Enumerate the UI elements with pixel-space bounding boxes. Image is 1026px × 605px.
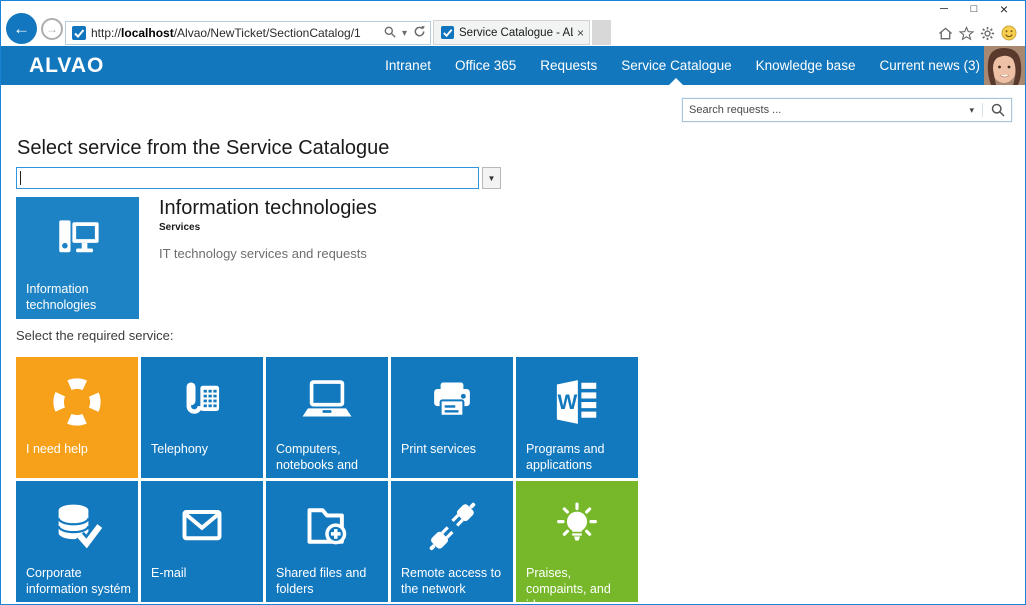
service-tile-label: E-mail: [151, 565, 257, 581]
search-icon[interactable]: [982, 103, 1005, 117]
title-bar: ─ □ ×: [1, 1, 1025, 19]
svg-text:W: W: [557, 391, 577, 414]
category-info: Information technologies Services IT tec…: [159, 197, 639, 261]
printer-icon: [391, 369, 513, 435]
service-tile-programs-and-applications[interactable]: W Programs and applications: [516, 357, 638, 478]
select-service-label: Select the required service:: [16, 328, 174, 343]
favorites-star-icon[interactable]: [958, 25, 975, 41]
main-nav: Intranet Office 365 Requests Service Catalo…: [385, 46, 980, 85]
service-tile-label: Corporate information systém: [26, 565, 132, 597]
nav-item-intranet[interactable]: Intranet: [385, 46, 431, 85]
desktop-computer-icon: [16, 207, 139, 275]
service-tile-label: Print services: [401, 441, 507, 457]
service-tile-label: I need help: [26, 441, 132, 457]
maximize-button[interactable]: □: [959, 1, 989, 19]
service-tile-shared-files-and-folders[interactable]: Shared files and folders: [266, 481, 388, 602]
minimize-button[interactable]: ─: [929, 1, 959, 19]
smiley-feedback-icon[interactable]: [1000, 25, 1017, 41]
search-dropdown-icon[interactable]: ▾: [961, 105, 982, 116]
service-tile-print-services[interactable]: Print services: [391, 357, 513, 478]
service-tile-label: Remote access to the network: [401, 565, 507, 597]
envelope-icon: [141, 493, 263, 559]
service-tile-label: Computers, notebooks and: [276, 441, 382, 473]
browser-tab[interactable]: Service Catalogue - ALVAO ... ×: [433, 20, 590, 45]
nav-item-current-news-3[interactable]: Current news (3): [879, 46, 980, 85]
text-cursor: [20, 171, 21, 185]
nav-item-office-365[interactable]: Office 365: [455, 46, 516, 85]
folder-plus-icon: [266, 493, 388, 559]
category-tile-label: Information technologies: [26, 281, 133, 313]
laptop-icon: [266, 369, 388, 435]
database-check-icon: [16, 493, 138, 559]
service-tile-corporate-information-syst-m[interactable]: Corporate information systém: [16, 481, 138, 602]
service-tile-label: Praises, compaints, and ideas: [526, 565, 632, 605]
alvao-logo[interactable]: ALVAO: [29, 46, 104, 85]
home-icon[interactable]: [937, 25, 954, 41]
category-title: Information technologies: [159, 197, 639, 220]
address-dropdown-icon[interactable]: ▾: [402, 28, 407, 39]
phone-icon: [141, 369, 263, 435]
user-avatar[interactable]: [984, 46, 1025, 85]
tab-title: Service Catalogue - ALVAO ...: [459, 27, 573, 39]
back-button[interactable]: ←: [6, 13, 37, 44]
url-text: http://localhost/Alvao/NewTicket/Section…: [91, 26, 384, 40]
new-tab-button[interactable]: [592, 20, 611, 45]
refresh-icon[interactable]: [413, 25, 426, 41]
window-controls: ─ □ ×: [929, 1, 1019, 19]
service-tile-label: Telephony: [151, 441, 257, 457]
service-tiles-grid: I need help Telephony Computers, notebooks…: [16, 357, 638, 602]
nav-item-service-catalogue[interactable]: Service Catalogue: [621, 46, 731, 85]
combobox-dropdown-button[interactable]: ▼: [482, 167, 501, 189]
service-tile-computers-notebooks-and[interactable]: Computers, notebooks and: [266, 357, 388, 478]
nav-item-requests[interactable]: Requests: [540, 46, 597, 85]
search-input[interactable]: Search requests ...: [689, 104, 961, 116]
address-bar[interactable]: http://localhost/Alvao/NewTicket/Section…: [65, 21, 431, 45]
category-subtitle: Services: [159, 222, 639, 233]
alvao-favicon: [72, 26, 86, 40]
service-tile-e-mail[interactable]: E-mail: [141, 481, 263, 602]
tab-close-icon[interactable]: ×: [577, 26, 584, 40]
page-content: Search requests ... ▾ Select service fro…: [1, 85, 1025, 604]
service-tile-praises-compaints-and-ideas[interactable]: Praises, compaints, and ideas: [516, 481, 638, 602]
alvao-favicon: [441, 26, 454, 39]
close-button[interactable]: ×: [989, 1, 1019, 19]
site-header: ALVAO Intranet Office 365 Requests Service …: [1, 46, 1025, 85]
plug-icon: [391, 493, 513, 559]
category-description: IT technology services and requests: [159, 246, 639, 261]
word-icon: W: [516, 369, 638, 435]
settings-gear-icon[interactable]: [979, 25, 996, 41]
service-tile-i-need-help[interactable]: I need help: [16, 357, 138, 478]
browser-toolbar-icons: [937, 25, 1017, 41]
search-requests-box[interactable]: Search requests ... ▾: [682, 98, 1012, 122]
forward-button[interactable]: →: [41, 18, 63, 40]
service-tile-label: Shared files and folders: [276, 565, 382, 597]
browser-window: ─ □ × ← → http://localhost/Alvao/NewTick…: [0, 0, 1026, 605]
lightbulb-icon: [516, 493, 638, 559]
category-tile-information-technologies[interactable]: Information technologies: [16, 197, 139, 319]
nav-item-knowledge-base[interactable]: Knowledge base: [756, 46, 856, 85]
service-tile-remote-access-to-the-network[interactable]: Remote access to the network: [391, 481, 513, 602]
address-search-icon[interactable]: [384, 26, 396, 41]
service-search-combobox[interactable]: [16, 167, 479, 189]
page-title: Select service from the Service Catalogu…: [17, 137, 389, 160]
service-tile-telephony[interactable]: Telephony: [141, 357, 263, 478]
service-tile-label: Programs and applications: [526, 441, 632, 473]
lifebuoy-icon: [16, 369, 138, 435]
